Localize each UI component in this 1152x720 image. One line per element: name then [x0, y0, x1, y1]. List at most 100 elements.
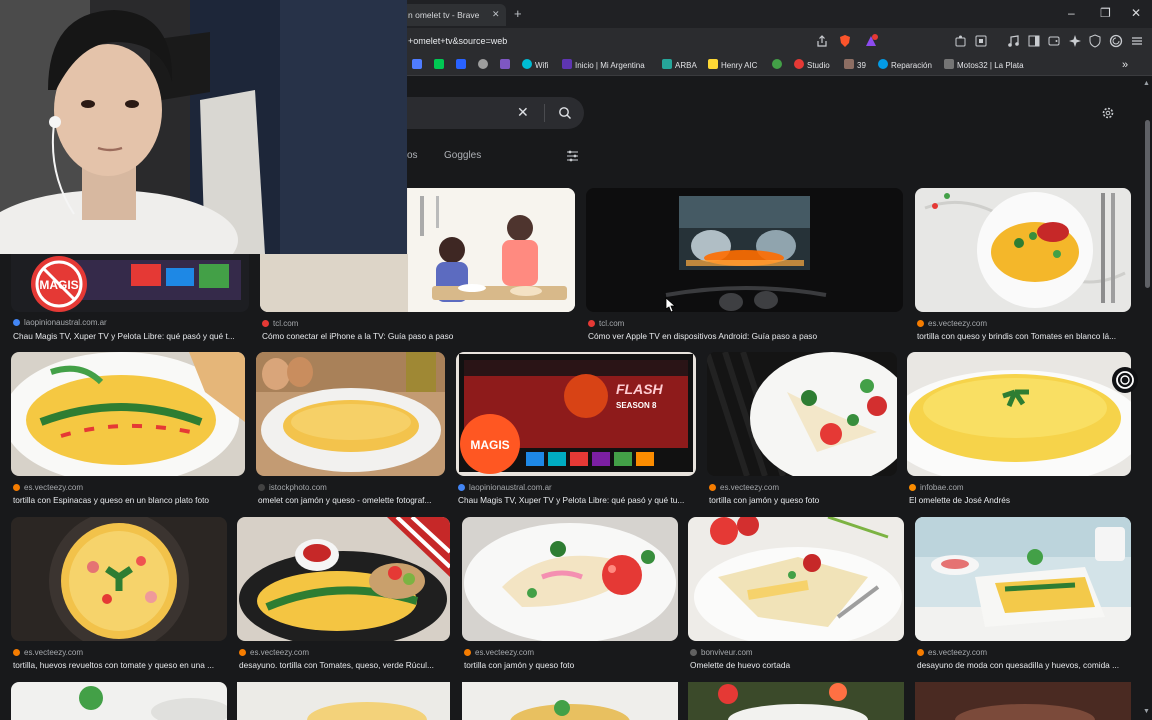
result-source-text: es.vecteezy.com [720, 483, 779, 492]
mouse-cursor-icon [665, 297, 676, 313]
share-icon[interactable] [815, 34, 829, 48]
result-title[interactable]: Omelette de huevo cortada [690, 660, 906, 670]
tab-filter-partial[interactable]: os [407, 150, 418, 161]
bookmark-item[interactable] [772, 59, 785, 72]
result-thumbnail[interactable] [586, 188, 903, 312]
result-title[interactable]: El omelette de José Andrés [909, 495, 1133, 505]
bookmark-item[interactable] [456, 59, 469, 72]
image-result[interactable] [688, 682, 904, 720]
brave-shields-icon[interactable] [838, 34, 852, 48]
bookmark-favicon [662, 59, 672, 69]
image-result[interactable] [462, 682, 678, 720]
result-title[interactable]: Chau Magis TV, Xuper TV y Pelota Libre: … [458, 495, 698, 505]
result-source: laopinionaustral.com.ar [13, 318, 107, 327]
result-source: es.vecteezy.com [239, 648, 309, 657]
result-source-text: es.vecteezy.com [475, 648, 534, 657]
image-result[interactable] [915, 682, 1131, 720]
bookmark-item[interactable] [412, 59, 425, 72]
result-thumbnail[interactable]: FLASH SEASON 8 MAGIS [456, 352, 696, 476]
result-title[interactable]: desayuno de moda con quesadilla y huevos… [917, 660, 1133, 670]
bookmark-item[interactable] [478, 59, 491, 72]
result-title[interactable]: desayuno. tortilla con Tomates, queso, v… [239, 660, 452, 670]
image-result[interactable] [237, 682, 450, 720]
bookmark-favicon [944, 59, 954, 69]
tab-close-icon[interactable]: ✕ [492, 9, 500, 20]
bookmark-item[interactable]: Inicio | Mi Argentina [562, 59, 645, 72]
bookmark-item[interactable]: Studio [794, 59, 830, 72]
result-thumbnail[interactable] [915, 188, 1131, 312]
result-thumbnail[interactable] [707, 352, 897, 476]
bookmark-favicon [772, 59, 782, 69]
result-thumbnail[interactable] [462, 517, 678, 641]
menu-icon[interactable] [1130, 34, 1144, 48]
media-icon[interactable] [1006, 34, 1020, 48]
profile-icon[interactable] [1109, 34, 1123, 48]
result-thumbnail[interactable] [907, 352, 1131, 476]
bookmark-item[interactable]: 39 [844, 59, 866, 72]
active-tab[interactable]: n omelet tv - Brave [400, 4, 506, 26]
tab-goggles[interactable]: Goggles [444, 150, 481, 161]
result-thumbnail[interactable] [256, 352, 445, 476]
tv-show-title: FLASH [616, 381, 664, 397]
extensions-icon[interactable] [954, 34, 968, 48]
result-source-text: tcl.com [599, 319, 625, 328]
magis-logo-text: MAGIS [39, 278, 78, 292]
image-result[interactable] [11, 682, 227, 720]
bookmark-item[interactable]: Reparación [878, 59, 932, 72]
result-thumbnail[interactable] [237, 517, 450, 641]
gear-icon[interactable] [1101, 106, 1115, 120]
close-window-icon[interactable]: ✕ [1131, 6, 1141, 20]
result-source: es.vecteezy.com [917, 319, 987, 328]
bookmark-item[interactable]: Wifi [522, 59, 548, 72]
maximize-icon[interactable]: ❐ [1100, 6, 1111, 20]
result-title[interactable]: Chau Magis TV, Xuper TV y Pelota Libre: … [13, 331, 251, 341]
assistant-icon[interactable] [1111, 366, 1139, 394]
wallet-icon[interactable] [1047, 34, 1061, 48]
result-thumbnail[interactable]: MAGIS [11, 254, 249, 312]
bookmark-item[interactable] [500, 59, 513, 72]
result-thumbnail[interactable] [915, 517, 1131, 641]
search-input[interactable] [400, 97, 584, 129]
filter-settings-icon[interactable] [566, 150, 579, 162]
result-source-text: istockphoto.com [269, 483, 327, 492]
result-source: es.vecteezy.com [13, 483, 83, 492]
result-title[interactable]: tortilla con jamón y queso foto [464, 660, 680, 670]
bookmark-item[interactable]: ARBA [662, 59, 697, 72]
scroll-down-arrow[interactable]: ▼ [1143, 708, 1150, 715]
webcam-overlay [0, 0, 407, 254]
bookmark-item[interactable]: Henry AIC [708, 59, 757, 72]
tv-show-season: SEASON 8 [616, 401, 657, 410]
magis-logo-text: MAGIS [470, 438, 509, 452]
result-thumbnail[interactable] [11, 517, 227, 641]
result-title[interactable]: tortilla, huevos revueltos con tomate y … [13, 660, 229, 670]
screenshot-icon[interactable] [974, 34, 988, 48]
clear-search-icon[interactable]: ✕ [517, 104, 529, 121]
result-title[interactable]: tortilla con Espinacas y queso en un bla… [13, 495, 247, 505]
bookmark-label: Inicio | Mi Argentina [575, 61, 645, 70]
minimize-icon[interactable]: – [1068, 6, 1075, 20]
scroll-up-arrow[interactable]: ▲ [1143, 80, 1150, 87]
result-source: es.vecteezy.com [917, 648, 987, 657]
brave-rewards-icon[interactable] [864, 34, 878, 48]
new-tab-button[interactable]: + [514, 6, 522, 21]
page-scrollbar[interactable] [1145, 120, 1150, 288]
result-title[interactable]: Cómo conectar el iPhone a la TV: Guía pa… [262, 331, 577, 341]
result-source: es.vecteezy.com [464, 648, 534, 657]
result-title[interactable]: tortilla con jamón y queso foto [709, 495, 899, 505]
url-field[interactable]: +omelet+tv&source=web [408, 36, 507, 46]
vpn-icon[interactable] [1088, 34, 1102, 48]
result-thumbnail[interactable] [11, 352, 245, 476]
result-title[interactable]: omelet con jamón y queso - omelette foto… [258, 495, 447, 505]
bookmark-item[interactable]: Motos32 | La Plata [944, 59, 1024, 72]
result-title[interactable]: Cómo ver Apple TV en dispositivos Androi… [588, 331, 905, 341]
result-thumbnail[interactable] [688, 517, 904, 641]
sidebar-icon[interactable] [1027, 34, 1041, 48]
result-source: es.vecteezy.com [709, 483, 779, 492]
bookmark-item[interactable] [434, 59, 447, 72]
result-title[interactable]: tortilla con queso y brindis con Tomates… [917, 331, 1133, 341]
result-source-text: es.vecteezy.com [24, 648, 83, 657]
leo-ai-icon[interactable] [1068, 34, 1082, 48]
more-bookmarks-icon[interactable]: » [1122, 59, 1128, 72]
search-icon[interactable] [558, 106, 572, 120]
bookmark-favicon [500, 59, 510, 69]
